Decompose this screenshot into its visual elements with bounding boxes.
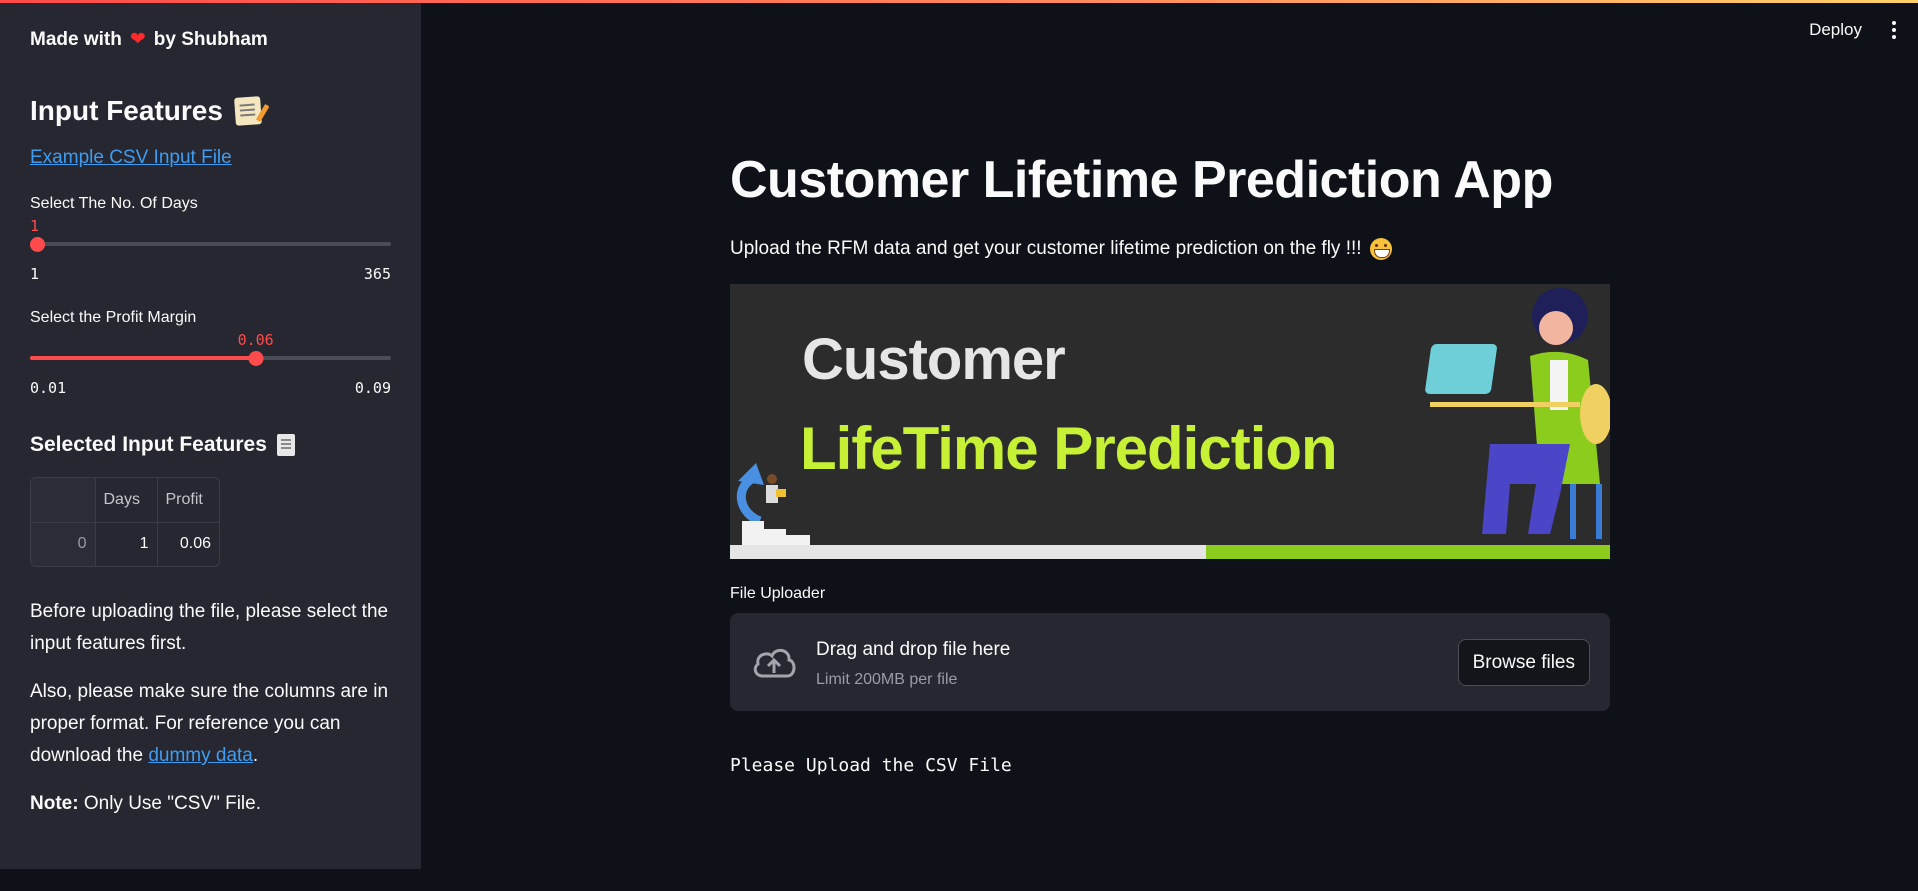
profit-slider-range: 0.01 0.09 <box>30 379 391 397</box>
stairs-illustration <box>736 463 810 549</box>
file-dropzone[interactable]: Drag and drop file here Limit 200MB per … <box>730 613 1610 711</box>
days-slider-value: 1 <box>30 217 40 235</box>
days-slider-range: 1 365 <box>30 265 391 283</box>
memo-icon <box>233 96 270 126</box>
table-cell-profit[interactable]: 0.06 <box>157 522 219 566</box>
format-note: Also, please make sure the columns are i… <box>30 676 391 772</box>
instruction-text: Before uploading the file, please select… <box>30 601 389 654</box>
receipt-icon <box>276 434 295 456</box>
subtitle: Upload the RFM data and get your custome… <box>730 238 1610 260</box>
selected-features-table[interactable]: Days Profit 0 1 0.06 <box>30 477 220 567</box>
person-laptop-illustration <box>1425 288 1610 539</box>
banner-green-bar <box>1206 545 1610 559</box>
csv-note-text: Only Use "CSV" File. <box>83 793 261 814</box>
banner-title-line1: Customer <box>802 327 1066 392</box>
deploy-button[interactable]: Deploy <box>1809 20 1862 40</box>
days-slider[interactable]: 1 <box>30 217 391 263</box>
dropzone-title: Drag and drop file here <box>816 639 1011 660</box>
top-decoration-bar <box>0 0 1918 3</box>
format-note-suffix: . <box>252 745 259 766</box>
main-content: Customer Lifetime Prediction App Upload … <box>730 0 1610 776</box>
input-features-title: Input Features <box>30 95 223 126</box>
profit-slider-label: Select the Profit Margin <box>30 309 197 326</box>
made-with-credit: Made with ❤ by Shubham <box>30 28 391 51</box>
table-row: 0 1 0.06 <box>31 522 219 566</box>
grinning-face-icon <box>1369 238 1392 260</box>
selected-features-title: Selected Input Features <box>30 433 267 456</box>
profit-slider-max: 0.09 <box>354 379 391 397</box>
made-with-suffix: by Shubham <box>153 28 268 50</box>
csv-note: Note: Only Use "CSV" File. <box>30 788 391 820</box>
selected-features-heading: Selected Input Features <box>30 433 391 457</box>
table-header-row: Days Profit <box>31 478 219 523</box>
profit-slider-fill <box>30 356 256 360</box>
profit-slider-min: 0.01 <box>30 379 67 397</box>
banner-image: Customer LifeTime Prediction <box>730 284 1610 559</box>
cloud-upload-icon <box>753 648 796 678</box>
file-uploader-label: File Uploader <box>730 585 826 602</box>
sidebar: Made with ❤ by Shubham Input Features Ex… <box>0 0 421 869</box>
profit-slider-value: 0.06 <box>237 331 274 349</box>
upload-status-message: Please Upload the CSV File <box>730 755 1012 776</box>
days-slider-thumb[interactable] <box>30 237 45 252</box>
csv-note-label: Note: <box>30 793 79 814</box>
example-csv-link[interactable]: Example CSV Input File <box>30 147 391 169</box>
days-slider-max: 365 <box>363 265 391 283</box>
subtitle-text: Upload the RFM data and get your custome… <box>730 238 1362 259</box>
days-slider-label: Select The No. Of Days <box>30 195 198 212</box>
profit-slider[interactable]: 0.06 <box>30 331 391 377</box>
more-vertical-icon[interactable] <box>1892 21 1896 39</box>
profit-slider-thumb[interactable] <box>248 351 264 366</box>
table-cell-index: 0 <box>31 522 96 566</box>
page-title: Customer Lifetime Prediction App <box>730 151 1553 209</box>
banner-title-line2: LifeTime Prediction <box>800 415 1338 482</box>
table-header-days[interactable]: Days <box>95 478 158 523</box>
browse-files-button[interactable]: Browse files <box>1457 639 1590 686</box>
input-features-heading: Input Features <box>30 95 391 127</box>
days-slider-min: 1 <box>30 265 40 283</box>
table-header-index <box>31 478 96 523</box>
days-slider-track[interactable] <box>30 242 391 246</box>
banner-grey-bar <box>730 545 1206 559</box>
dummy-data-link[interactable]: dummy data <box>148 745 253 766</box>
made-with-prefix: Made with <box>30 28 122 50</box>
heart-icon: ❤ <box>129 29 146 50</box>
table-cell-days[interactable]: 1 <box>95 522 158 566</box>
dropzone-limit: Limit 200MB per file <box>816 671 958 688</box>
table-header-profit[interactable]: Profit <box>157 478 219 523</box>
